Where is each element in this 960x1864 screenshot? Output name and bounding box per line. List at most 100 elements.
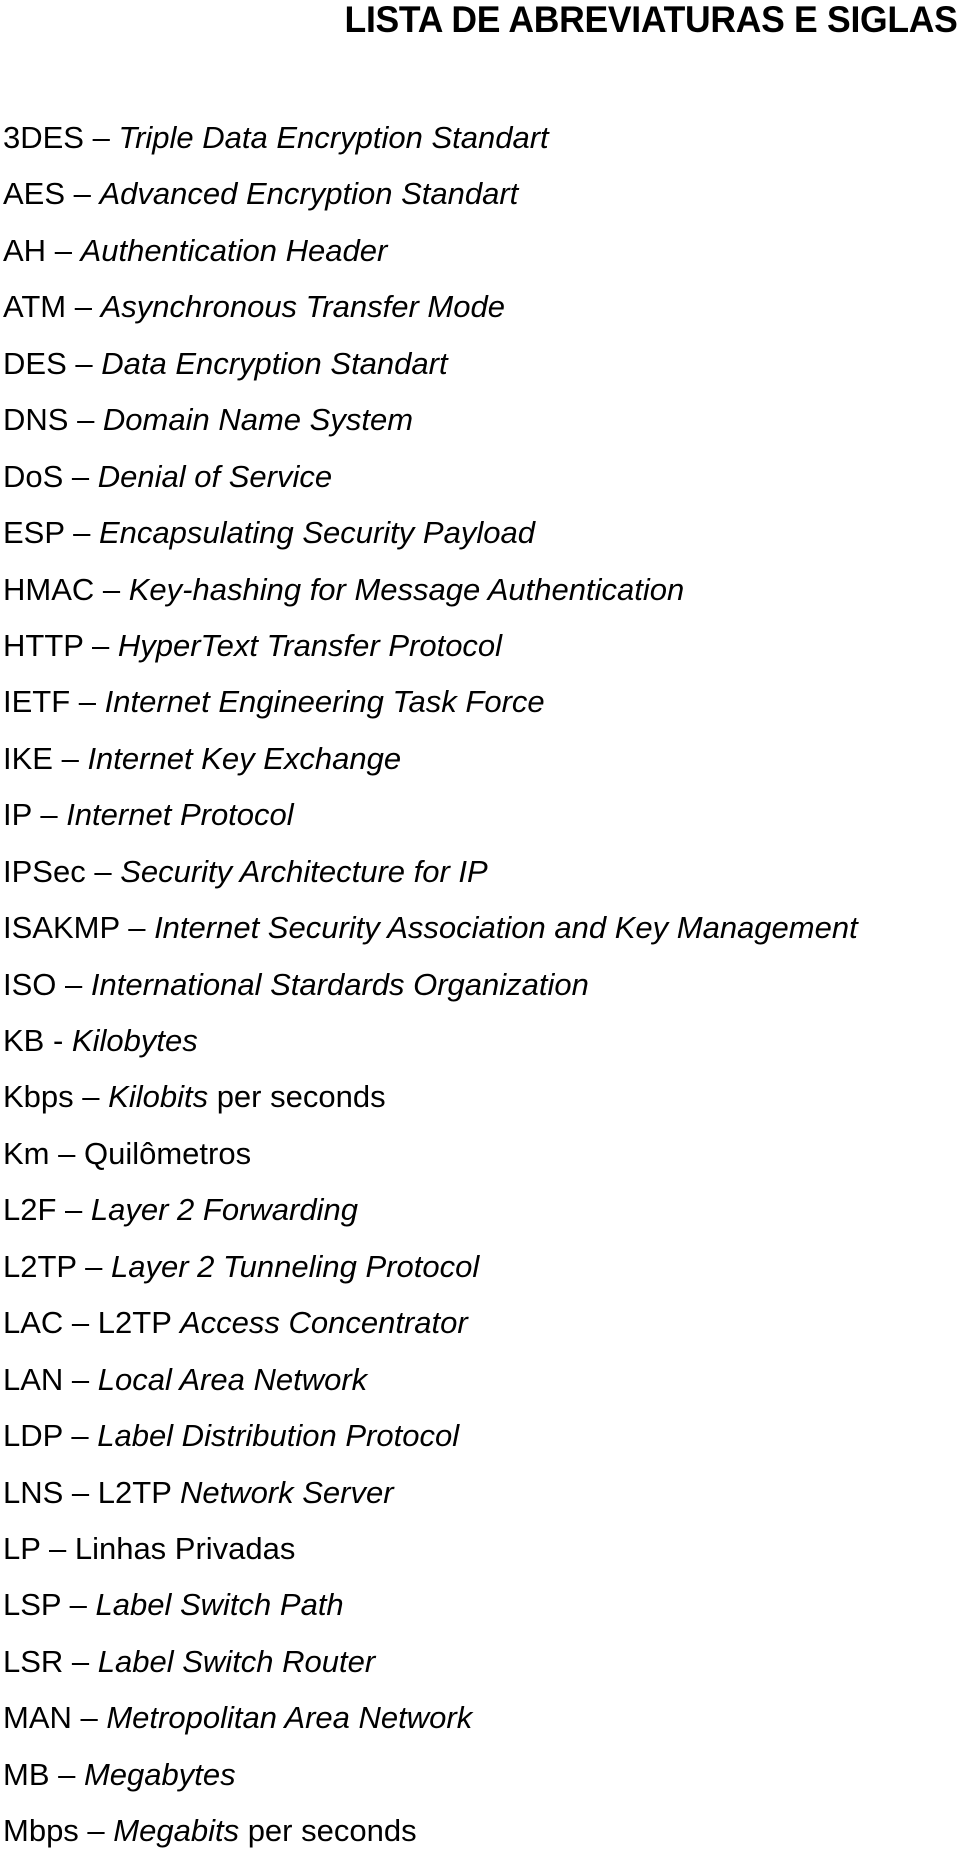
list-item: LAN – Local Area Network xyxy=(3,1356,858,1412)
separator: – xyxy=(49,1756,84,1792)
definition: Internet Security Association and Key Ma… xyxy=(154,910,858,946)
separator: – xyxy=(83,120,119,155)
list-item: IETF – Internet Engineering Task Force xyxy=(3,678,858,734)
definition: Layer 2 Forwarding xyxy=(90,1192,358,1228)
list-item: ISO – International Stardards Organizati… xyxy=(3,961,858,1017)
abbreviation: 3DES xyxy=(3,120,84,155)
separator: – xyxy=(119,910,155,946)
definition: L2TP xyxy=(97,1305,180,1341)
definition: Megabits xyxy=(113,1813,240,1849)
definition: Internet Engineering Task Force xyxy=(104,684,545,720)
definition: Data Encryption Standart xyxy=(101,345,448,381)
separator: – xyxy=(94,571,129,607)
list-item: LDP – Label Distribution Protocol xyxy=(3,1412,858,1468)
definition: Internet Key Exchange xyxy=(87,740,402,776)
abbreviation: DNS xyxy=(3,402,69,438)
abbreviation: LSR xyxy=(3,1643,64,1679)
abbreviation: LDP xyxy=(3,1418,63,1454)
separator: – xyxy=(71,1700,107,1736)
definition: Megabytes xyxy=(83,1756,236,1792)
abbreviation: HMAC xyxy=(3,571,95,607)
separator: – xyxy=(56,1192,91,1228)
definition: Asynchronous Transfer Mode xyxy=(100,289,505,325)
separator: – xyxy=(66,345,102,381)
abbreviation: DES xyxy=(3,345,67,381)
separator: – xyxy=(52,740,88,776)
abbreviation: AH xyxy=(3,232,47,268)
separator: – xyxy=(70,684,105,720)
definition: Authentication Header xyxy=(80,232,388,268)
separator: – xyxy=(31,797,67,833)
separator: – xyxy=(63,1474,98,1510)
separator: – xyxy=(65,176,100,212)
separator: – xyxy=(40,1530,75,1566)
abbreviation: ATM xyxy=(3,289,67,325)
list-item: HTTP – HyperText Transfer Protocol xyxy=(3,622,858,678)
abbreviation: ISAKMP xyxy=(3,910,120,946)
definition: Advanced Encryption Standart xyxy=(99,176,519,212)
list-item: L2TP – Layer 2 Tunneling Protocol xyxy=(3,1243,858,1299)
list-item: LAC – L2TP Access Concentrator xyxy=(3,1299,858,1355)
list-item: HMAC – Key-hashing for Message Authentic… xyxy=(3,566,858,622)
list-item: 3DES – Triple Data Encryption Standart xyxy=(3,114,858,170)
list-item: MB – Megabytes xyxy=(3,1751,858,1807)
definition: Linhas Privadas xyxy=(74,1530,296,1566)
definition: Metropolitan Area Network xyxy=(106,1700,473,1736)
definition: Kilobits xyxy=(108,1079,209,1115)
abbreviation: LP xyxy=(3,1530,41,1566)
separator: – xyxy=(49,1135,84,1171)
list-item: LSP – Label Switch Path xyxy=(3,1581,858,1637)
abbreviation: L2F xyxy=(3,1192,57,1228)
definition: Key-hashing for Message Authentication xyxy=(128,571,685,607)
definition: HyperText Transfer Protocol xyxy=(117,627,503,663)
list-item: L2F – Layer 2 Forwarding xyxy=(3,1186,858,1242)
list-item: ATM – Asynchronous Transfer Mode xyxy=(3,283,858,339)
definition: International Stardards Organization xyxy=(90,966,589,1002)
abbreviation: Km xyxy=(3,1135,50,1171)
list-item: LNS – L2TP Network Server xyxy=(3,1469,858,1525)
list-item: MAN – Metropolitan Area Network xyxy=(3,1694,858,1750)
list-item: AES – Advanced Encryption Standart xyxy=(3,170,858,226)
abbreviation: IETF xyxy=(3,684,71,720)
definition: Quilômetros xyxy=(83,1135,252,1171)
separator: – xyxy=(78,1813,114,1849)
list-item: KB - Kilobytes xyxy=(3,1017,858,1073)
abbreviation: LAN xyxy=(3,1361,64,1397)
definition: Triple Data Encryption Standart xyxy=(118,120,549,155)
definition: Layer 2 Tunneling Protocol xyxy=(111,1248,480,1284)
list-item: ESP – Encapsulating Security Payload xyxy=(3,509,858,565)
definition: Label Switch Router xyxy=(97,1643,376,1679)
separator: – xyxy=(46,232,81,268)
list-item: DES – Data Encryption Standart xyxy=(3,340,858,396)
separator: – xyxy=(63,458,98,494)
list-item: ISAKMP – Internet Security Association a… xyxy=(3,904,858,960)
list-item: Mbps – Megabits per seconds xyxy=(3,1807,858,1863)
abbreviation: Kbps xyxy=(3,1079,74,1115)
abbreviation: LNS xyxy=(3,1474,64,1510)
definition: per seconds xyxy=(239,1813,417,1849)
list-item: Kbps – Kilobits per seconds xyxy=(3,1073,858,1129)
separator: – xyxy=(64,515,99,551)
separator: – xyxy=(68,402,103,438)
abbreviation: IKE xyxy=(3,740,53,776)
list-item: IP – Internet Protocol xyxy=(3,791,858,847)
separator: – xyxy=(62,1418,98,1454)
abbreviation: MAN xyxy=(3,1700,72,1736)
definition: Encapsulating Security Payload xyxy=(98,515,535,551)
abbreviation: L2TP xyxy=(3,1248,77,1284)
abbreviation: Mbps xyxy=(3,1813,79,1849)
definition: Kilobytes xyxy=(71,1023,198,1058)
list-item: DNS – Domain Name System xyxy=(3,396,858,452)
abbreviation: MB xyxy=(3,1756,50,1792)
abbreviation: DoS xyxy=(3,458,64,494)
separator: – xyxy=(56,966,91,1002)
abbreviation-list: 3DES – Triple Data Encryption Standart AE… xyxy=(3,114,858,1864)
separator: – xyxy=(85,853,121,889)
abbreviation: LAC xyxy=(3,1305,64,1341)
list-item: AH – Authentication Header xyxy=(3,227,858,283)
abbreviation: HTTP xyxy=(3,627,84,663)
definition: Network Server xyxy=(179,1474,394,1510)
page-title: LISTA DE ABREVIATURAS E SIGLAS xyxy=(344,0,958,40)
separator: – xyxy=(61,1587,96,1623)
definition: Domain Name System xyxy=(102,402,414,438)
